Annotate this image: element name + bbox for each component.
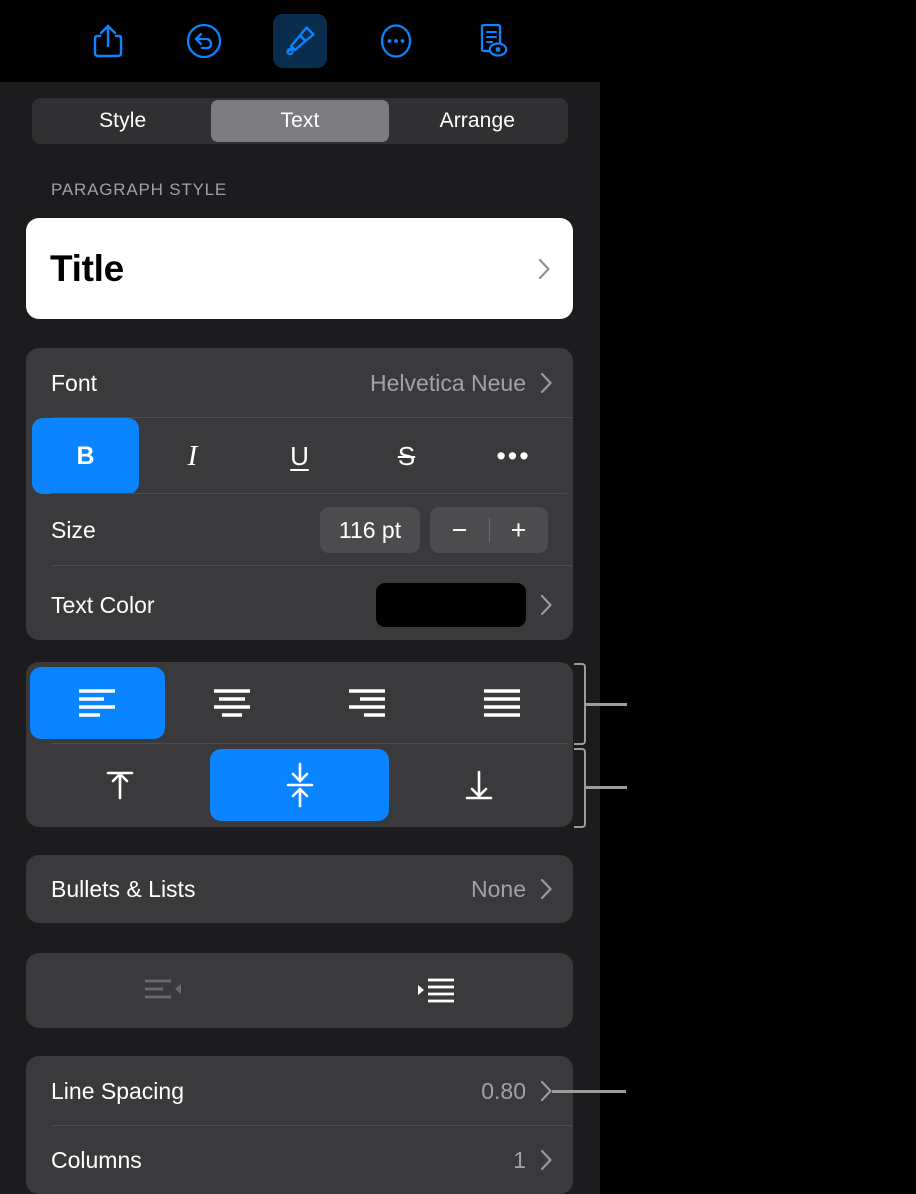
- chevron-right-icon: [540, 878, 552, 900]
- align-justify-icon: [483, 689, 520, 717]
- font-size-increase-button[interactable]: +: [489, 516, 548, 544]
- line-spacing-row[interactable]: Line Spacing 0.80: [26, 1056, 573, 1126]
- text-color-row[interactable]: Text Color: [26, 566, 573, 640]
- chevron-right-icon: [540, 1149, 552, 1171]
- stepper-divider: [489, 518, 490, 542]
- columns-value: 1: [513, 1146, 526, 1173]
- align-justify-button[interactable]: [434, 667, 569, 739]
- decrease-indent-icon: [144, 979, 181, 998]
- undo-icon[interactable]: [177, 14, 231, 68]
- font-card: Font Helvetica Neue B I U S ••• Size 116…: [26, 348, 573, 640]
- align-middle-button[interactable]: [209, 749, 390, 821]
- tab-text[interactable]: Text: [211, 100, 389, 142]
- spacing-card: Line Spacing 0.80 Columns 1: [26, 1056, 573, 1194]
- italic-glyph: I: [187, 439, 198, 472]
- text-color-swatch[interactable]: [376, 583, 526, 627]
- font-size-stepper[interactable]: − +: [430, 507, 548, 553]
- format-panel: Style Text Arrange PARAGRAPH STYLE Title…: [0, 0, 600, 1194]
- more-text-options-button[interactable]: •••: [460, 418, 567, 494]
- style-text-arrange-segmented-control[interactable]: Style Text Arrange: [32, 98, 568, 144]
- callout-leader-line: [586, 786, 627, 789]
- align-bottom-button[interactable]: [389, 749, 569, 821]
- share-icon[interactable]: [81, 14, 135, 68]
- align-right-button[interactable]: [300, 667, 435, 739]
- bold-glyph: B: [76, 441, 95, 470]
- chevron-right-icon: [538, 258, 550, 279]
- font-size-row: Size 116 pt − +: [26, 494, 573, 566]
- indent-buttons: [26, 953, 573, 1028]
- size-label: Size: [51, 516, 96, 543]
- more-icon[interactable]: [369, 14, 423, 68]
- chevron-right-icon: [540, 594, 552, 616]
- underline-glyph: U: [290, 440, 309, 471]
- bullets-and-lists-row[interactable]: Bullets & Lists None: [26, 855, 573, 923]
- align-right-icon: [348, 689, 385, 717]
- paragraph-style-section-label: PARAGRAPH STYLE: [51, 180, 228, 199]
- top-toolbar: [0, 0, 600, 82]
- align-top-button[interactable]: [30, 749, 210, 821]
- indent-card: [26, 953, 573, 1028]
- align-bottom-icon: [465, 770, 493, 800]
- ellipsis-circle-icon-glyph: [380, 24, 412, 58]
- share-icon-glyph: [93, 24, 123, 58]
- align-left-button[interactable]: [30, 667, 165, 739]
- align-top-icon: [106, 771, 134, 800]
- align-center-button[interactable]: [165, 667, 300, 739]
- increase-indent-button[interactable]: [300, 953, 574, 1028]
- increase-indent-icon: [418, 978, 455, 1002]
- font-size-decrease-button[interactable]: −: [430, 516, 489, 544]
- columns-label: Columns: [51, 1146, 142, 1173]
- bullets-label: Bullets & Lists: [51, 875, 196, 902]
- columns-row[interactable]: Columns 1: [26, 1126, 573, 1194]
- format-brush-icon[interactable]: [273, 14, 327, 68]
- font-value: Helvetica Neue: [370, 369, 526, 396]
- chevron-right-icon: [540, 372, 552, 394]
- bullets-and-lists-card: Bullets & Lists None: [26, 855, 573, 923]
- paragraph-style-value: Title: [50, 247, 124, 289]
- italic-button[interactable]: I: [139, 418, 246, 494]
- line-spacing-value: 0.80: [481, 1077, 526, 1104]
- font-style-buttons: B I U S •••: [26, 418, 573, 494]
- vertical-alignment-group: [26, 744, 573, 826]
- paragraph-style-button[interactable]: Title: [26, 218, 573, 319]
- callout-leader-line: [552, 1090, 626, 1093]
- strikethrough-glyph: S: [397, 440, 416, 471]
- underline-button[interactable]: U: [246, 418, 353, 494]
- align-center-icon: [214, 689, 251, 717]
- font-size-input[interactable]: 116 pt: [320, 507, 420, 553]
- font-row[interactable]: Font Helvetica Neue: [26, 348, 573, 418]
- font-label: Font: [51, 369, 98, 396]
- undo-icon-glyph: [186, 23, 222, 59]
- strikethrough-button[interactable]: S: [353, 418, 460, 494]
- callout-leader-line: [586, 703, 627, 706]
- tab-style[interactable]: Style: [34, 100, 211, 142]
- line-spacing-label: Line Spacing: [51, 1077, 184, 1104]
- paintbrush-icon-glyph: [286, 26, 315, 56]
- align-middle-icon: [286, 762, 313, 808]
- decrease-indent-button[interactable]: [26, 953, 300, 1028]
- alignment-card: [26, 662, 573, 827]
- align-left-icon: [79, 689, 116, 717]
- tab-arrange[interactable]: Arrange: [389, 100, 566, 142]
- horizontal-alignment-group: [26, 662, 573, 744]
- document-view-icon[interactable]: [465, 14, 519, 68]
- callout-bracket: [574, 663, 586, 745]
- text-color-label: Text Color: [51, 591, 155, 618]
- bullets-value: None: [471, 875, 526, 902]
- callout-bracket: [574, 748, 586, 828]
- document-eye-icon-glyph: [480, 23, 508, 57]
- bold-button[interactable]: B: [32, 418, 139, 494]
